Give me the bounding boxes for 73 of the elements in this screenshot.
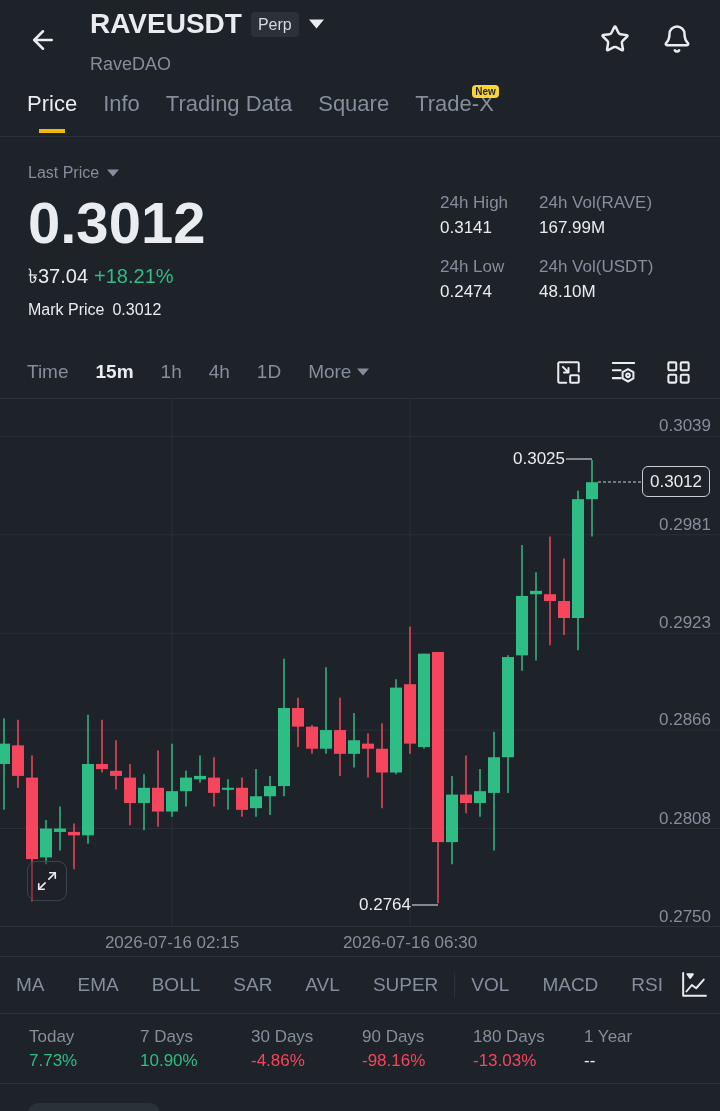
caret-down-icon <box>308 19 324 29</box>
period-change: -- <box>584 1050 597 1072</box>
fiat-price: ৳37.04 <box>28 264 89 288</box>
stat-label: 24h Vol(USDT) <box>539 256 654 278</box>
new-badge: New <box>472 85 499 98</box>
stat-value: 0.3141 <box>440 217 493 239</box>
expand-icon <box>36 870 58 892</box>
indicator-button[interactable]: EMA <box>77 973 119 997</box>
leader-line <box>565 458 593 460</box>
leader-line <box>411 904 439 906</box>
time-axis-label: 2026-07-16 06:30 <box>342 933 478 953</box>
indicator-button[interactable]: AVL <box>305 973 340 997</box>
period-change: 7.73% <box>29 1050 79 1072</box>
grid-icon[interactable] <box>665 358 692 386</box>
period-label: Today <box>29 1026 76 1048</box>
price-axis-label: 0.3039 <box>659 416 711 437</box>
stat-label: 24h Low <box>440 256 506 278</box>
indicator-button[interactable]: SAR <box>233 973 273 997</box>
price-change: +18.21% <box>94 264 174 288</box>
stat-value: 0.2474 <box>440 281 493 303</box>
last-price-tag: 0.3012 <box>642 466 710 497</box>
stat-label: 24h Vol(RAVE) <box>539 192 654 214</box>
tab[interactable]: Price <box>27 85 78 136</box>
timeframe-tab[interactable]: 15m <box>95 360 134 384</box>
timeframe-tab[interactable]: 1D <box>256 360 282 384</box>
timeframe-tab[interactable]: Time <box>27 360 69 384</box>
mark-price-value: 0.3012 <box>112 300 162 320</box>
period-label: 7 Days <box>140 1026 194 1048</box>
tab[interactable]: Info <box>103 85 140 136</box>
period-label: 90 Days <box>362 1026 426 1048</box>
chart-line-icon[interactable] <box>681 972 707 998</box>
price-axis-label: 0.2866 <box>659 710 711 731</box>
expand-button[interactable] <box>27 861 67 901</box>
period-change: 10.90% <box>140 1050 199 1072</box>
last-price-value: 0.3012 <box>28 193 206 253</box>
low-price-label: 0.2764 <box>359 895 411 915</box>
price-axis-label: 0.2750 <box>659 907 711 927</box>
tab[interactable]: Trading Data <box>165 85 293 136</box>
time-axis-label: 2026-07-16 02:15 <box>104 933 240 953</box>
high-price-label: 0.3025 <box>513 449 565 469</box>
indicator-button[interactable]: RSI <box>631 973 663 997</box>
frame-arrow-icon[interactable] <box>555 358 582 386</box>
timeframe-tab[interactable]: More <box>308 360 370 384</box>
last-price-dropdown[interactable]: Last Price <box>28 163 120 183</box>
period-change: -13.03% <box>473 1050 538 1072</box>
stat-value: 167.99M <box>539 217 607 239</box>
mark-price-label: Mark Price <box>28 300 105 320</box>
timeframe-tab[interactable]: 1h <box>160 360 182 384</box>
indicator-button[interactable]: MA <box>16 973 45 997</box>
stat-label: 24h High <box>440 192 510 214</box>
indicator-button[interactable]: MACD <box>542 973 599 997</box>
caret-down-icon <box>357 368 370 376</box>
period-change: -4.86% <box>251 1050 306 1072</box>
period-label: 180 Days <box>473 1026 546 1048</box>
caret-down-icon <box>107 169 120 177</box>
period-label: 1 Year <box>584 1026 634 1048</box>
period-change: -98.16% <box>362 1050 427 1072</box>
bell-icon[interactable] <box>662 24 692 54</box>
price-axis-label: 0.2923 <box>659 613 711 634</box>
star-icon[interactable] <box>600 24 630 54</box>
indicator-button[interactable]: BOLL <box>151 973 201 997</box>
token-name: RaveDAO <box>90 53 173 75</box>
indicator-button[interactable]: VOL <box>471 973 510 997</box>
price-axis-label: 0.2981 <box>659 514 711 535</box>
tab[interactable]: Square <box>318 85 390 136</box>
timeframe-tab[interactable]: 4h <box>208 360 230 384</box>
stat-value: 48.10M <box>539 281 597 303</box>
pair-symbol: RAVEUSDT <box>90 7 242 41</box>
contract-type-badge: Perp <box>250 11 299 37</box>
price-leader-line <box>597 481 643 483</box>
period-label: 30 Days <box>251 1026 315 1048</box>
indicator-button[interactable]: SUPER <box>372 973 439 997</box>
price-axis-label: 0.2808 <box>659 808 711 829</box>
